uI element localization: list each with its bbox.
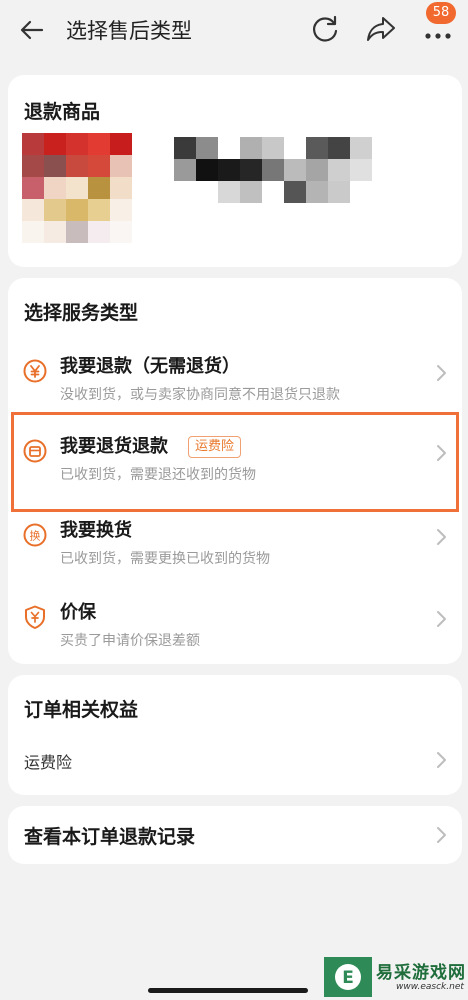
shipping-insurance-tag: 运费险: [188, 436, 242, 458]
share-icon[interactable]: [364, 12, 398, 46]
chevron-right-icon: [437, 365, 446, 381]
chevron-right-icon: [437, 827, 446, 843]
watermark-site-name: 易采游戏网: [376, 963, 466, 983]
option-description: 没收到货，或与卖家协商同意不用退货只退款: [60, 387, 340, 403]
goods-section-title: 退款商品: [24, 101, 101, 123]
rights-item-shipping-insurance[interactable]: 运费险: [8, 741, 462, 781]
blurred-product-image: [174, 137, 372, 203]
service-type-card: 选择服务类型 我要退款（无需退货） 没收到货，或与卖家协商同意不用退货只退款 我…: [8, 278, 462, 664]
service-section-title: 选择服务类型: [24, 302, 139, 324]
chevron-right-icon: [437, 611, 446, 627]
home-indicator: [148, 988, 308, 993]
product-thumbnail-1[interactable]: [22, 133, 138, 249]
refund-only-option[interactable]: 我要退款（无需退货） 没收到货，或与卖家协商同意不用退货只退款: [8, 344, 462, 422]
return-box-icon: [23, 439, 47, 463]
chevron-right-icon: [437, 529, 446, 545]
chevron-right-icon: [437, 752, 446, 768]
exchange-option[interactable]: 换 我要换货 已收到货，需要更换已收到的货物: [8, 508, 462, 586]
option-description: 已收到货，需要退还收到的货物: [60, 467, 256, 483]
option-description: 已收到货，需要更换已收到的货物: [60, 551, 270, 567]
option-title: 我要退货退款: [60, 436, 168, 457]
option-title: 我要退款（无需退货）: [60, 356, 240, 377]
price-protection-option[interactable]: 价保 买贵了申请价保退差额: [8, 590, 462, 668]
order-rights-card: 订单相关权益 运费险: [8, 675, 462, 795]
rights-section-title: 订单相关权益: [24, 699, 139, 721]
refund-record-card[interactable]: 查看本订单退款记录: [8, 806, 462, 864]
watermark-logo-icon: E: [324, 957, 372, 997]
blurred-product-image: [22, 133, 132, 243]
back-arrow-icon[interactable]: [18, 16, 46, 44]
refresh-icon[interactable]: [308, 12, 342, 46]
product-thumbnail-2[interactable]: [174, 137, 384, 207]
refund-goods-card: 退款商品: [8, 75, 462, 267]
option-description: 买贵了申请价保退差额: [60, 633, 200, 649]
price-protect-shield-icon: [25, 605, 45, 629]
exchange-icon: 换: [23, 523, 47, 547]
return-and-refund-option[interactable]: 我要退货退款 运费险 已收到货，需要退还收到的货物: [8, 424, 462, 502]
option-title: 我要换货: [60, 520, 132, 541]
option-title: 价保: [60, 602, 96, 623]
watermark-url: www.easck.net: [396, 982, 464, 992]
refund-yen-icon: [23, 359, 47, 383]
svg-text:换: 换: [30, 529, 41, 543]
refund-record-link[interactable]: 查看本订单退款记录: [24, 822, 195, 849]
page-title: 选择售后类型: [66, 19, 192, 43]
message-count-badge: 58: [426, 2, 456, 24]
rights-item-label: 运费险: [24, 753, 73, 772]
top-nav-bar: 选择售后类型 58: [0, 0, 468, 60]
watermark-logo-letter: E: [342, 968, 354, 988]
chevron-right-icon: [437, 445, 446, 461]
